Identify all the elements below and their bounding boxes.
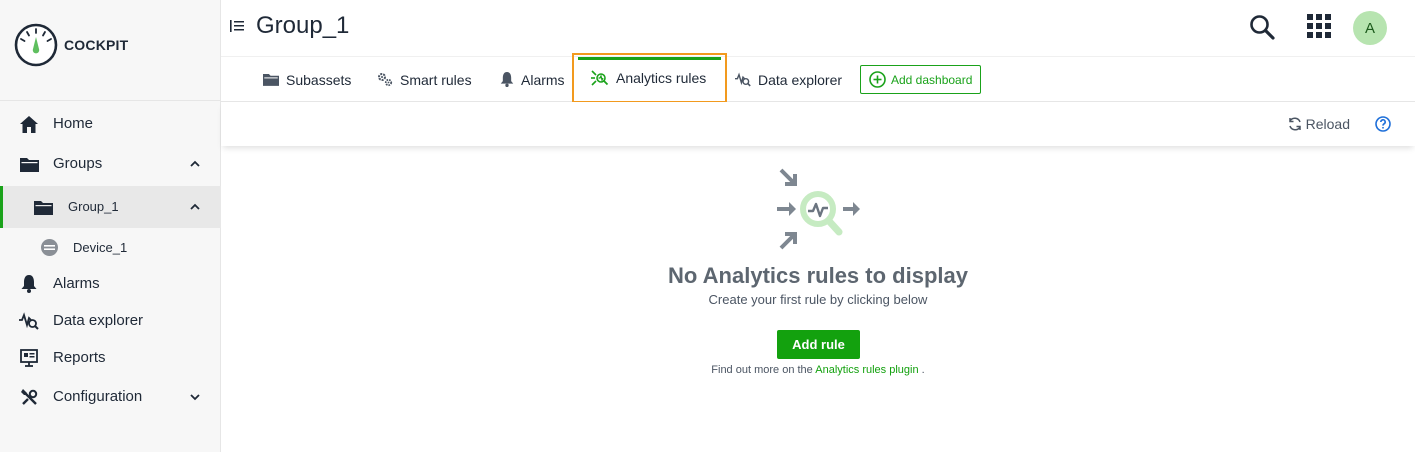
bell-icon xyxy=(500,72,514,87)
tab-subassets[interactable]: Subassets xyxy=(263,57,351,102)
app-switcher-grid-icon[interactable] xyxy=(1307,14,1331,38)
find-more-suffix: . xyxy=(921,364,925,376)
chevron-up-icon[interactable] xyxy=(189,158,201,170)
refresh-icon xyxy=(1288,117,1301,131)
sidebar-toggle-icon[interactable] xyxy=(230,19,244,33)
tab-label: Data explorer xyxy=(758,71,843,88)
bell-icon xyxy=(19,274,39,294)
analytics-empty-state-icon xyxy=(777,168,860,250)
sidebar-item-label: Home xyxy=(53,115,94,132)
tab-label: Subassets xyxy=(286,71,352,88)
tab-smart-rules[interactable]: Smart rules xyxy=(377,57,472,102)
sidebar-item-label: Configuration xyxy=(53,388,143,405)
sidebar-item-label: Alarms xyxy=(53,275,100,292)
sidebar-item-device-1[interactable]: Device_1 xyxy=(0,234,221,260)
sidebar-item-configuration[interactable]: Configuration xyxy=(0,383,221,411)
tab-label: Analytics rules xyxy=(616,70,707,86)
folder-icon xyxy=(33,197,53,217)
tab-bar: Subassets Smart rules Alarms Analytics r… xyxy=(221,53,1415,103)
reload-button[interactable]: Reload xyxy=(1288,116,1350,132)
folder-icon xyxy=(19,154,39,174)
reload-label: Reload xyxy=(1305,116,1350,132)
sidebar-item-label: Groups xyxy=(53,155,103,172)
action-bar: Reload xyxy=(221,102,1415,146)
sidebar-item-home[interactable]: Home xyxy=(0,110,221,138)
tab-analytics-rules[interactable]: Analytics rules xyxy=(572,53,727,103)
tab-alarms[interactable]: Alarms xyxy=(500,57,565,102)
tab-data-explorer[interactable]: Data explorer xyxy=(735,57,842,102)
empty-state-subtitle: Create your first rule by clicking below xyxy=(708,292,928,307)
reports-icon xyxy=(19,348,39,368)
sidebar-item-label: Data explorer xyxy=(53,312,144,329)
gauge-logo-icon xyxy=(14,23,58,67)
brand-name: COCKPIT xyxy=(64,37,129,53)
plus-circle-icon xyxy=(869,71,886,88)
data-explorer-icon xyxy=(735,72,751,87)
chevron-down-icon[interactable] xyxy=(189,391,201,403)
sidebar-item-groups[interactable]: Groups xyxy=(0,150,221,178)
brand[interactable]: COCKPIT xyxy=(14,23,128,67)
tab-label: Alarms xyxy=(521,71,565,88)
sidebar-item-data-explorer[interactable]: Data explorer xyxy=(0,307,221,335)
sidebar-item-label: Reports xyxy=(53,349,106,366)
help-icon[interactable] xyxy=(1375,116,1391,132)
find-more-text: Find out more on the Analytics rules plu… xyxy=(221,364,1415,376)
sidebar-item-label: Device_1 xyxy=(73,240,128,255)
tab-label: Smart rules xyxy=(400,71,472,88)
sidebar-item-group-1[interactable]: Group_1 xyxy=(0,186,221,228)
analytics-icon xyxy=(591,70,609,86)
configuration-icon xyxy=(19,387,39,407)
chevron-up-icon[interactable] xyxy=(189,201,201,213)
add-dashboard-label: Add dashboard xyxy=(891,72,973,87)
sidebar: COCKPIT Home Groups Group_1 Device_1 Ala… xyxy=(0,0,221,452)
empty-state-title: No Analytics rules to display xyxy=(668,263,968,288)
sidebar-divider xyxy=(0,100,221,101)
home-icon xyxy=(19,114,39,134)
sidebar-item-alarms[interactable]: Alarms xyxy=(0,270,221,298)
sidebar-item-label: Group_1 xyxy=(68,199,119,214)
find-more-prefix: Find out more on the xyxy=(711,364,813,376)
page-title: Group_1 xyxy=(256,12,350,39)
header: Group_1 A xyxy=(221,0,1415,57)
search-icon[interactable] xyxy=(1249,14,1275,40)
data-explorer-icon xyxy=(19,311,39,331)
sidebar-item-reports[interactable]: Reports xyxy=(0,344,221,372)
cogs-icon xyxy=(378,73,393,87)
analytics-rules-plugin-link[interactable]: Analytics rules plugin xyxy=(815,364,918,376)
add-rule-button[interactable]: Add rule xyxy=(777,330,860,359)
folder-icon xyxy=(263,74,279,86)
empty-state: No Analytics rules to display Create you… xyxy=(221,146,1415,452)
device-icon xyxy=(39,237,59,257)
user-avatar[interactable]: A xyxy=(1353,11,1387,45)
add-dashboard-button[interactable]: Add dashboard xyxy=(860,65,982,94)
